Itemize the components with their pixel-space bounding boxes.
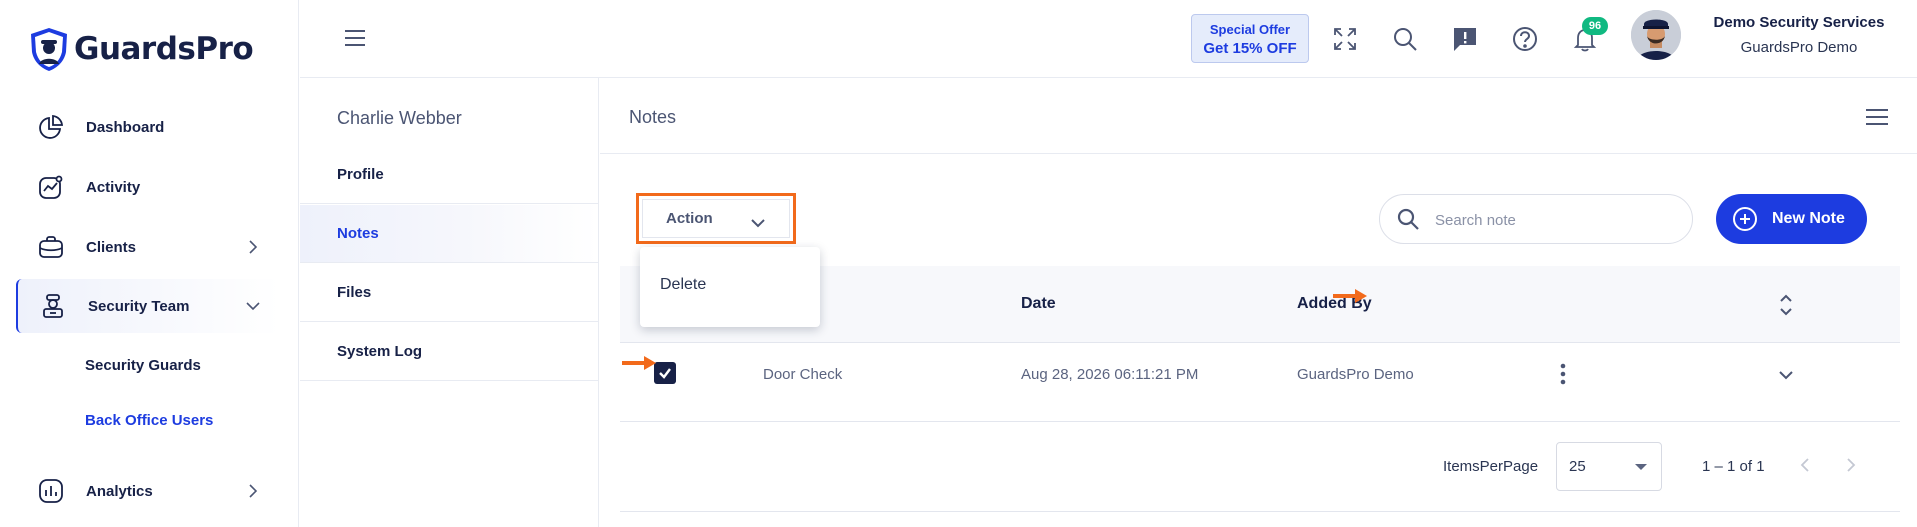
person-name: Charlie Webber <box>337 108 462 128</box>
more-options-icon[interactable] <box>1559 362 1567 386</box>
menu-item-delete[interactable]: Delete <box>660 276 706 294</box>
chevron-down-icon <box>246 302 260 311</box>
brand-name: GuardsPro <box>74 31 254 67</box>
checkmark-icon <box>659 368 671 379</box>
search-field[interactable] <box>1379 194 1693 244</box>
activity-chart-icon <box>34 170 68 204</box>
sidebar-item-dashboard[interactable]: Dashboard <box>16 100 280 154</box>
action-highlight: Action <box>636 193 796 244</box>
page-title: Notes <box>629 107 677 127</box>
subnav-item-system-log[interactable]: System Log <box>300 323 598 381</box>
fullscreen-icon[interactable] <box>1330 24 1360 54</box>
avatar[interactable] <box>1631 10 1681 60</box>
special-offer-button[interactable]: Special Offer Get 15% OFF <box>1191 14 1309 63</box>
subnav-item-notes[interactable]: Notes <box>300 205 598 263</box>
next-page-icon[interactable] <box>1842 457 1858 473</box>
new-note-button[interactable]: New Note <box>1716 194 1867 244</box>
subnav-item-profile[interactable]: Profile <box>300 146 598 204</box>
sidebar: GuardsPro Dashboard Activity Clients Sec… <box>0 0 299 527</box>
expand-row-chevron-icon[interactable] <box>1777 366 1795 384</box>
search-input[interactable] <box>1435 208 1675 232</box>
sidebar-item-label: Analytics <box>86 482 153 500</box>
chevron-right-icon <box>249 240 258 254</box>
new-note-label: New Note <box>1772 210 1845 227</box>
brand-logo[interactable]: GuardsPro <box>28 26 254 72</box>
plus-circle-icon <box>1733 207 1757 231</box>
action-dropdown[interactable]: Action <box>642 199 790 238</box>
chevron-down-icon <box>751 219 765 228</box>
column-header-date[interactable]: Date <box>1021 295 1056 313</box>
hamburger-menu-icon[interactable] <box>343 28 367 48</box>
chevron-right-icon <box>249 484 258 498</box>
action-menu: Delete <box>640 247 820 327</box>
sidebar-item-label: Clients <box>86 238 137 256</box>
panel-menu-icon[interactable] <box>1865 108 1889 126</box>
arrow-pointer-icon <box>1333 289 1367 303</box>
subnav-item-files[interactable]: Files <box>300 264 598 322</box>
sidebar-item-analytics[interactable]: Analytics <box>16 464 280 518</box>
feedback-icon[interactable] <box>1450 24 1480 54</box>
note-added-by: GuardsPro Demo <box>1297 366 1414 383</box>
top-bar: Special Offer Get 15% OFF 96 Demo Securi… <box>300 0 1917 78</box>
items-per-page-label: ItemsPerPage <box>1443 458 1539 475</box>
sidebar-item-label: Dashboard <box>86 118 165 136</box>
pie-chart-icon <box>34 110 68 144</box>
guard-icon <box>36 289 70 323</box>
search-icon <box>1397 208 1419 230</box>
items-per-page-value: 25 <box>1569 458 1586 475</box>
sidebar-item-label: Security Team <box>88 297 190 315</box>
note-date: Aug 28, 2026 06:11:21 PM <box>1021 366 1199 383</box>
sidebar-item-label: Activity <box>86 178 141 196</box>
note-title: Door Check <box>763 366 843 383</box>
help-icon[interactable] <box>1510 24 1540 54</box>
sort-icon[interactable] <box>1778 293 1794 317</box>
notification-badge: 96 <box>1582 17 1608 35</box>
arrow-pointer-icon <box>622 356 656 370</box>
offer-title: Special Offer <box>1209 22 1291 37</box>
action-label: Action <box>666 210 713 227</box>
panel-header: Notes <box>600 78 1917 154</box>
sidebar-item-security-team[interactable]: Security Team <box>16 279 280 333</box>
sidebar-item-activity[interactable]: Activity <box>16 160 280 214</box>
user-company: GuardsPro Demo <box>1740 39 1858 56</box>
notes-panel: Notes Action Delete New Note Date Added … <box>600 78 1917 527</box>
user-name: Demo Security Services <box>1713 14 1885 31</box>
offer-discount: Get 15% OFF <box>1203 40 1297 57</box>
sidebar-subitem-security-guards[interactable]: Security Guards <box>85 357 201 374</box>
briefcase-icon <box>34 230 68 264</box>
guard-shield-logo-icon <box>31 28 67 71</box>
sidebar-item-clients[interactable]: Clients <box>16 220 280 274</box>
table-row[interactable]: Door Check Aug 28, 2026 06:11:21 PM Guar… <box>620 343 1900 422</box>
items-per-page-select[interactable]: 25 <box>1556 442 1662 491</box>
previous-page-icon[interactable] <box>1798 457 1814 473</box>
bar-chart-icon <box>34 474 68 508</box>
pagination-range: 1 – 1 of 1 <box>1702 458 1765 475</box>
profile-subnav: Charlie Webber Profile Notes Files Syste… <box>300 78 599 527</box>
table-footer-divider <box>620 511 1900 512</box>
sidebar-subitem-back-office-users[interactable]: Back Office Users <box>85 412 213 429</box>
search-icon[interactable] <box>1390 24 1420 54</box>
caret-down-icon <box>1635 464 1647 470</box>
